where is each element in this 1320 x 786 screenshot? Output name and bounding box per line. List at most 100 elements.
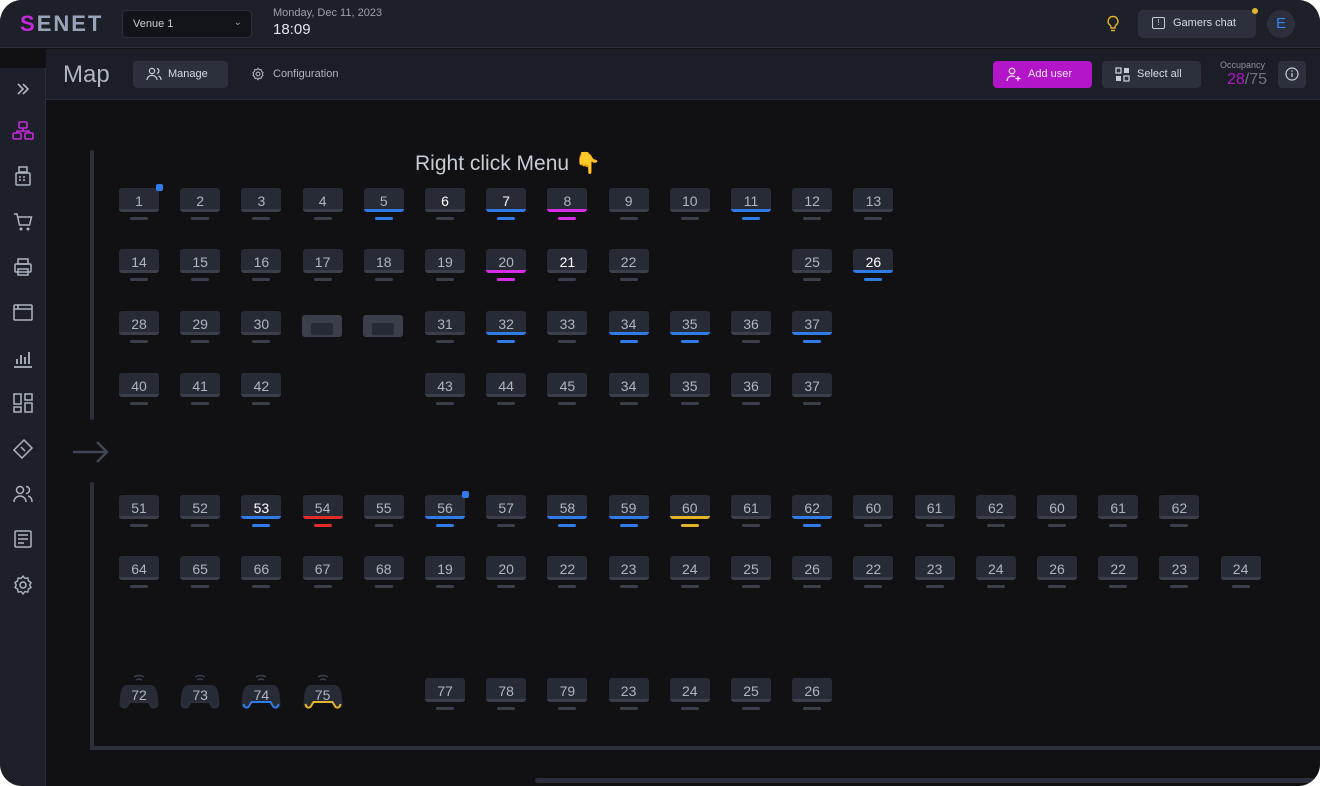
pc-station-45[interactable]: 45 — [547, 373, 588, 409]
pc-station-22[interactable]: 22 — [853, 556, 894, 592]
pc-station-61[interactable]: 61 — [1098, 495, 1139, 531]
pc-station-65[interactable]: 65 — [180, 556, 221, 592]
pc-station-58[interactable]: 58 — [547, 495, 588, 531]
pc-station-60[interactable]: 60 — [853, 495, 894, 531]
pc-station-17[interactable]: 17 — [302, 249, 343, 285]
pc-station-16[interactable]: 16 — [241, 249, 282, 285]
expand-icon[interactable] — [12, 78, 34, 100]
pc-station-57[interactable]: 57 — [486, 495, 527, 531]
pc-station-22[interactable]: 22 — [547, 556, 588, 592]
manage-button[interactable]: Manage — [133, 61, 228, 88]
pc-station-62[interactable]: 62 — [1159, 495, 1200, 531]
pc-station-5[interactable]: 5 — [363, 188, 404, 224]
pc-station-33[interactable]: 33 — [547, 311, 588, 347]
pc-station-41[interactable]: 41 — [180, 373, 221, 409]
pc-station-53[interactable]: 53 — [241, 495, 282, 531]
venue-select[interactable]: Venue 1 ⌄ — [122, 10, 252, 38]
pc-station-14[interactable]: 14 — [119, 249, 159, 285]
console-station-72[interactable]: 72 — [119, 673, 159, 713]
pc-station-32[interactable]: 32 — [486, 311, 527, 347]
add-user-button[interactable]: Add user — [993, 61, 1092, 88]
gamers-chat-button[interactable]: ! Gamers chat — [1138, 8, 1258, 38]
occupancy-info-button[interactable] — [1278, 61, 1306, 88]
pc-station-78[interactable]: 78 — [486, 678, 527, 714]
sofa-seat[interactable] — [302, 315, 342, 337]
pc-station-52[interactable]: 52 — [180, 495, 221, 531]
lightbulb-icon[interactable] — [1106, 15, 1120, 33]
users-icon[interactable] — [12, 483, 34, 505]
pc-station-6[interactable]: 6 — [425, 188, 465, 224]
pc-station-35[interactable]: 35 — [669, 373, 710, 409]
pc-station-60[interactable]: 60 — [669, 495, 710, 531]
console-station-75[interactable]: 75 — [303, 673, 343, 713]
pc-station-25[interactable]: 25 — [731, 556, 771, 592]
console-station-74[interactable]: 74 — [241, 673, 281, 713]
pc-station-24[interactable]: 24 — [669, 678, 710, 714]
pc-station-30[interactable]: 30 — [241, 311, 282, 347]
pc-station-36[interactable]: 36 — [731, 311, 771, 347]
cart-icon[interactable] — [12, 211, 34, 233]
window-icon[interactable] — [12, 301, 34, 323]
gear-icon[interactable] — [12, 574, 34, 596]
pc-station-12[interactable]: 12 — [792, 188, 833, 224]
pc-station-67[interactable]: 67 — [302, 556, 343, 592]
pc-station-62[interactable]: 62 — [975, 495, 1016, 531]
senet-logo[interactable]: SENET — [20, 11, 103, 37]
pc-station-61[interactable]: 61 — [914, 495, 955, 531]
select-all-button[interactable]: Select all — [1102, 61, 1201, 88]
pc-station-61[interactable]: 61 — [731, 495, 771, 531]
pc-station-15[interactable]: 15 — [180, 249, 221, 285]
pc-station-20[interactable]: 20 — [486, 556, 527, 592]
pc-station-19[interactable]: 19 — [425, 556, 465, 592]
ticket-icon[interactable] — [12, 438, 34, 460]
pc-station-8[interactable]: 8 — [547, 188, 588, 224]
pc-station-22[interactable]: 22 — [1098, 556, 1139, 592]
pc-station-23[interactable]: 23 — [914, 556, 955, 592]
horizontal-scrollbar[interactable] — [535, 778, 1320, 783]
pc-station-4[interactable]: 4 — [302, 188, 343, 224]
pc-station-3[interactable]: 3 — [241, 188, 282, 224]
pc-station-26[interactable]: 26 — [853, 249, 894, 285]
pc-station-51[interactable]: 51 — [119, 495, 159, 531]
pc-station-54[interactable]: 54 — [302, 495, 343, 531]
pc-station-26[interactable]: 26 — [792, 678, 833, 714]
pc-station-35[interactable]: 35 — [669, 311, 710, 347]
pc-station-56[interactable]: 56 — [425, 491, 469, 531]
pc-station-59[interactable]: 59 — [608, 495, 649, 531]
configuration-button[interactable]: Configuration — [251, 67, 338, 81]
pc-station-40[interactable]: 40 — [119, 373, 159, 409]
report-icon[interactable] — [12, 528, 34, 550]
pc-station-23[interactable]: 23 — [1159, 556, 1200, 592]
pc-station-24[interactable]: 24 — [1220, 556, 1261, 592]
cash-register-icon[interactable] — [12, 165, 34, 187]
pc-station-66[interactable]: 66 — [241, 556, 282, 592]
map-icon[interactable] — [12, 120, 34, 142]
printer-icon[interactable] — [12, 256, 34, 278]
pc-station-9[interactable]: 9 — [608, 188, 649, 224]
pc-station-31[interactable]: 31 — [425, 311, 465, 347]
pc-station-60[interactable]: 60 — [1037, 495, 1077, 531]
pc-station-34[interactable]: 34 — [608, 373, 649, 409]
pc-station-24[interactable]: 24 — [669, 556, 710, 592]
pc-station-37[interactable]: 37 — [792, 373, 833, 409]
pc-station-42[interactable]: 42 — [241, 373, 282, 409]
pc-station-24[interactable]: 24 — [975, 556, 1016, 592]
console-station-73[interactable]: 73 — [180, 673, 220, 713]
pc-station-37[interactable]: 37 — [792, 311, 833, 347]
pc-station-62[interactable]: 62 — [792, 495, 833, 531]
pc-station-18[interactable]: 18 — [363, 249, 404, 285]
pc-station-79[interactable]: 79 — [547, 678, 588, 714]
pc-station-25[interactable]: 25 — [792, 249, 833, 285]
pc-station-20[interactable]: 20 — [486, 249, 527, 285]
user-avatar[interactable]: E — [1267, 10, 1295, 38]
pc-station-44[interactable]: 44 — [486, 373, 527, 409]
pc-station-1[interactable]: 1 — [119, 184, 163, 224]
pc-station-43[interactable]: 43 — [425, 373, 465, 409]
pc-station-23[interactable]: 23 — [608, 556, 649, 592]
pc-station-19[interactable]: 19 — [425, 249, 465, 285]
pc-station-11[interactable]: 11 — [731, 188, 771, 224]
bar-chart-icon[interactable] — [12, 347, 34, 369]
sofa-seat[interactable] — [363, 315, 403, 337]
pc-station-7[interactable]: 7 — [486, 188, 527, 224]
pc-station-36[interactable]: 36 — [731, 373, 771, 409]
